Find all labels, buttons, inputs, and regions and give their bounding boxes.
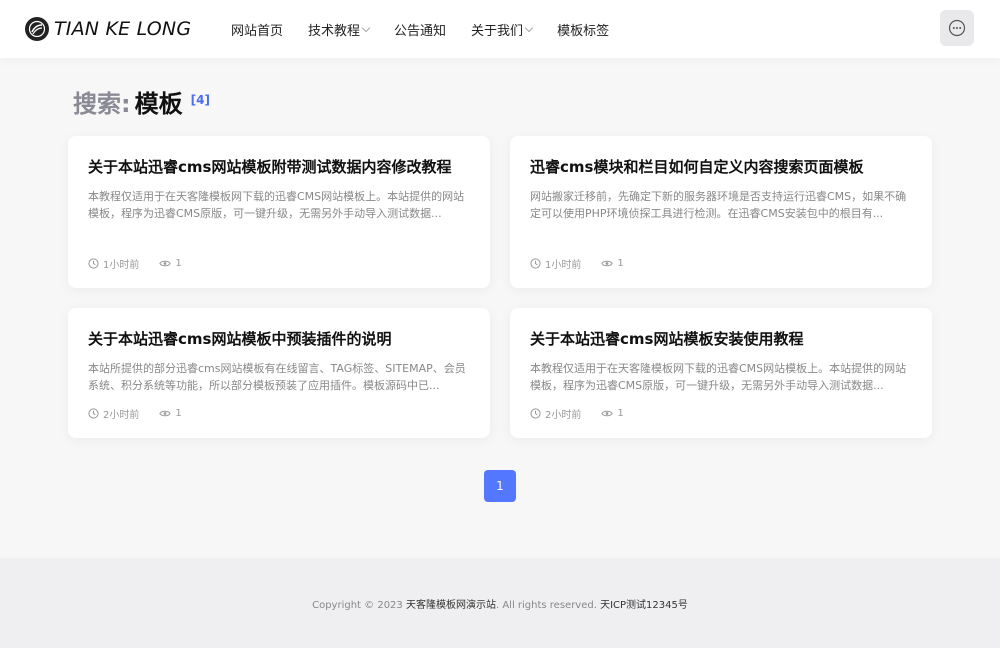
chevron-down-icon <box>524 23 534 33</box>
main-nav: 网站首页 技术教程 公告通知 关于我们 模板标签 <box>231 0 634 58</box>
article-card[interactable]: 关于本站迅睿cms网站模板中预装插件的说明 本站所提供的部分迅睿cms网站模板有… <box>68 308 490 438</box>
view-count: 1 <box>159 408 182 419</box>
clock-icon <box>530 408 541 419</box>
view-count-text: 1 <box>617 258 624 269</box>
chevron-down-icon <box>361 23 371 33</box>
publish-time: 1小时前 <box>530 256 581 271</box>
search-heading: 搜索: 模板 [4] <box>73 84 210 118</box>
article-card[interactable]: 迅睿cms模块和栏目如何自定义内容搜索页面模板 网站搬家迁移前，先确定下新的服务… <box>510 136 932 288</box>
article-title[interactable]: 关于本站迅睿cms网站模板中预装插件的说明 <box>88 328 470 350</box>
publish-time-text: 1小时前 <box>545 260 582 271</box>
publish-time: 1小时前 <box>88 256 139 271</box>
nav-item-tutorials[interactable]: 技术教程 <box>308 20 371 39</box>
eye-icon <box>159 260 172 267</box>
search-label: 搜索: <box>73 90 131 118</box>
nav-item-announcements[interactable]: 公告通知 <box>394 20 446 39</box>
article-excerpt: 本站所提供的部分迅睿cms网站模板有在线留言、TAG标签、SITEMAP、会员系… <box>88 362 466 392</box>
footer-icp-link[interactable]: 天ICP测试12345号 <box>600 600 688 611</box>
nav-item-label: 公告通知 <box>394 23 447 39</box>
site-logo[interactable]: TIAN KE LONG <box>25 15 191 43</box>
view-count: 1 <box>601 258 624 269</box>
nav-item-template-tags[interactable]: 模板标签 <box>557 20 609 39</box>
publish-time-text: 2小时前 <box>103 410 140 421</box>
search-term: 模板 <box>134 90 183 118</box>
article-excerpt: 本教程仅适用于在天客隆模板网下载的迅睿CMS网站模板上。本站提供的网站模板，程序… <box>88 190 465 220</box>
more-dots-icon <box>948 19 966 37</box>
article-meta: 1小时前 1 <box>530 256 644 271</box>
view-count-text: 1 <box>175 408 182 419</box>
publish-time: 2小时前 <box>88 406 139 421</box>
site-header: TIAN KE LONG 网站首页 技术教程 公告通知 关于我们 模板标签 <box>0 0 1000 58</box>
pagination-page-current[interactable]: 1 <box>484 470 516 502</box>
article-card[interactable]: 关于本站迅睿cms网站模板安装使用教程 本教程仅适用于在天客隆模板网下载的迅睿C… <box>510 308 932 438</box>
nav-item-home[interactable]: 网站首页 <box>231 20 283 39</box>
nav-item-about[interactable]: 关于我们 <box>471 20 534 39</box>
view-count-text: 1 <box>617 408 624 419</box>
article-card[interactable]: 关于本站迅睿cms网站模板附带测试数据内容修改教程 本教程仅适用于在天客隆模板网… <box>68 136 490 288</box>
search-result-count: [4] <box>190 93 210 107</box>
footer-site-link[interactable]: 天客隆模板网演示站 <box>406 600 496 611</box>
rights-text: . All rights reserved. <box>495 600 597 611</box>
view-count-text: 1 <box>175 258 182 269</box>
eye-icon <box>601 260 614 267</box>
eye-icon <box>601 410 614 417</box>
publish-time: 2小时前 <box>530 406 581 421</box>
logo-text: TIAN KE LONG <box>54 18 192 40</box>
nav-item-label: 模板标签 <box>557 23 610 39</box>
nav-item-label: 技术教程 <box>308 23 361 39</box>
clock-icon <box>88 408 99 419</box>
footer-copyright: Copyright © 2023 天客隆模板网演示站. All rights r… <box>0 596 1000 611</box>
publish-time-text: 1小时前 <box>103 260 140 271</box>
clock-icon <box>88 258 99 269</box>
logo-emblem-icon <box>25 17 49 41</box>
article-title[interactable]: 关于本站迅睿cms网站模板安装使用教程 <box>530 328 912 350</box>
article-meta: 2小时前 1 <box>88 406 202 421</box>
clock-icon <box>530 258 541 269</box>
site-footer: Copyright © 2023 天客隆模板网演示站. All rights r… <box>0 558 1000 648</box>
view-count: 1 <box>601 408 624 419</box>
article-title[interactable]: 迅睿cms模块和栏目如何自定义内容搜索页面模板 <box>530 156 912 178</box>
article-title[interactable]: 关于本站迅睿cms网站模板附带测试数据内容修改教程 <box>88 156 470 178</box>
article-excerpt: 本教程仅适用于在天客隆模板网下载的迅睿CMS网站模板上。本站提供的网站模板，程序… <box>530 362 907 392</box>
more-menu-button[interactable] <box>940 10 974 46</box>
eye-icon <box>159 410 172 417</box>
article-excerpt: 网站搬家迁移前，先确定下新的服务器环境是否支持运行迅睿CMS，如果不确定可以使用… <box>530 190 907 220</box>
publish-time-text: 2小时前 <box>545 410 582 421</box>
copyright-text: Copyright © 2023 <box>312 600 403 611</box>
view-count: 1 <box>159 258 182 269</box>
nav-item-label: 关于我们 <box>471 23 524 39</box>
article-meta: 2小时前 1 <box>530 406 644 421</box>
nav-item-label: 网站首页 <box>231 23 284 39</box>
article-meta: 1小时前 1 <box>88 256 202 271</box>
